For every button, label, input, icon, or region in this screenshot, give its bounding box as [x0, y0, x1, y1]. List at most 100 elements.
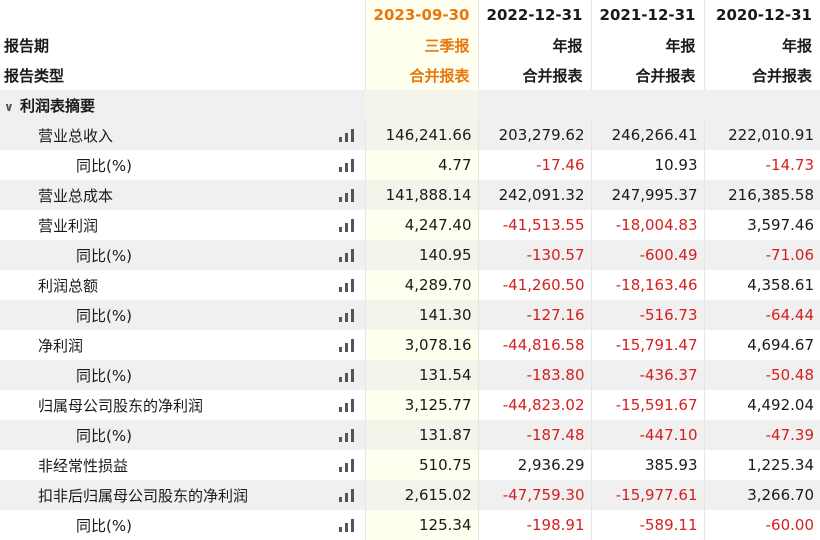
value-cell: -15,977.61 [590, 480, 704, 510]
row-label-text: 同比(%) [76, 516, 132, 535]
bar-chart-icon[interactable] [338, 459, 355, 472]
value-cell: 4,289.70 [364, 270, 478, 300]
bar-chart-icon[interactable] [338, 489, 355, 502]
value-cell: -50.48 [703, 360, 820, 390]
value-cell: -71.06 [703, 240, 820, 270]
column-date[interactable]: 2020-12-31 [703, 0, 820, 30]
value-cell: -47.39 [703, 420, 820, 450]
table-row[interactable]: 非经常性损益 510.75 2,936.29 385.93 1,225.34 [0, 450, 820, 480]
row-label-text: 利润总额 [38, 276, 99, 295]
row-label: 营业总成本 [0, 180, 365, 210]
bar-chart-icon[interactable] [338, 309, 355, 322]
bar-chart-icon[interactable] [338, 519, 355, 532]
table-row[interactable]: 营业总成本 141,888.14 242,091.32 247,995.37 216,3… [0, 180, 820, 210]
bar-chart-icon[interactable] [338, 219, 355, 232]
value-cell: 247,995.37 [590, 180, 704, 210]
value-cell: -44,823.02 [477, 390, 591, 420]
value-cell: 131.54 [364, 360, 478, 390]
row-label: 同比(%) [0, 150, 365, 180]
bar-chart-icon[interactable] [338, 159, 355, 172]
value-cell: 4,358.61 [703, 270, 820, 300]
table-row[interactable]: 净利润 3,078.16 -44,816.58 -15,791.47 4,694.67 [0, 330, 820, 360]
row-label: 营业总收入 [0, 120, 365, 150]
row-label: 营业利润 [0, 210, 365, 240]
value-cell: 140.95 [364, 240, 478, 270]
value-cell: 203,279.62 [477, 120, 591, 150]
bar-chart-icon[interactable] [338, 249, 355, 262]
value-cell: -41,260.50 [477, 270, 591, 300]
bar-chart-icon[interactable] [338, 189, 355, 202]
section-header-row[interactable]: ∨ 利润表摘要 [0, 90, 820, 120]
bar-chart-icon[interactable] [338, 339, 355, 352]
value-cell: 385.93 [590, 450, 704, 480]
column-type: 合并报表 [590, 60, 704, 90]
row-label: 归属母公司股东的净利润 [0, 390, 365, 420]
value-cell: 4.77 [364, 150, 478, 180]
table-row[interactable]: 同比(%) 131.87 -187.48 -447.10 -47.39 [0, 420, 820, 450]
bar-chart-icon[interactable] [338, 429, 355, 442]
period-label: 报告期 [4, 36, 50, 55]
type-label: 报告类型 [4, 66, 65, 85]
row-label-text: 同比(%) [76, 246, 132, 265]
value-cell: -130.57 [477, 240, 591, 270]
value-cell: 3,125.77 [364, 390, 478, 420]
table-row[interactable]: 同比(%) 4.77 -17.46 10.93 -14.73 [0, 150, 820, 180]
section-toggle[interactable]: ∨ 利润表摘要 [0, 90, 365, 120]
table-row[interactable]: 归属母公司股东的净利润 3,125.77 -44,823.02 -15,591.67 4… [0, 390, 820, 420]
table-row[interactable]: 扣非后归属母公司股东的净利润 2,615.02 -47,759.30 -15,977.… [0, 480, 820, 510]
row-label: 同比(%) [0, 300, 365, 330]
table-row[interactable]: 同比(%) 131.54 -183.80 -436.37 -50.48 [0, 360, 820, 390]
column-period: 三季报 [364, 30, 478, 60]
income-summary-table: 2023-09-30 2022-12-31 2021-12-31 2020-12… [0, 0, 820, 540]
row-label: 同比(%) [0, 360, 365, 390]
table-row[interactable]: 利润总额 4,289.70 -41,260.50 -18,163.46 4,358.61 [0, 270, 820, 300]
empty-cell [704, 90, 820, 120]
row-label-text: 同比(%) [76, 366, 132, 385]
value-cell: -41,513.55 [477, 210, 591, 240]
value-cell: 131.87 [364, 420, 478, 450]
row-label: 净利润 [0, 330, 365, 360]
bar-chart-icon[interactable] [338, 129, 355, 142]
column-period: 年报 [477, 30, 591, 60]
row-label-text: 营业总收入 [38, 126, 114, 145]
value-cell: 242,091.32 [477, 180, 591, 210]
column-date[interactable]: 2022-12-31 [477, 0, 591, 30]
column-date[interactable]: 2023-09-30 [364, 0, 478, 30]
row-label-text: 营业总成本 [38, 186, 114, 205]
value-cell: -187.48 [477, 420, 591, 450]
value-cell: 141,888.14 [364, 180, 478, 210]
value-cell: 3,266.70 [703, 480, 820, 510]
chevron-down-icon[interactable]: ∨ [4, 100, 16, 114]
bar-chart-icon[interactable] [338, 399, 355, 412]
section-title: 利润表摘要 [20, 96, 96, 115]
header-blank [0, 0, 365, 30]
value-cell: 4,247.40 [364, 210, 478, 240]
column-type: 合并报表 [477, 60, 591, 90]
value-cell: 3,597.46 [703, 210, 820, 240]
value-cell: -44,816.58 [477, 330, 591, 360]
value-cell: 510.75 [364, 450, 478, 480]
table-row[interactable]: 同比(%) 141.30 -127.16 -516.73 -64.44 [0, 300, 820, 330]
value-cell: -600.49 [590, 240, 704, 270]
empty-cell [591, 90, 704, 120]
table-row[interactable]: 营业利润 4,247.40 -41,513.55 -18,004.83 3,597.46 [0, 210, 820, 240]
value-cell: -183.80 [477, 360, 591, 390]
bar-chart-icon[interactable] [338, 369, 355, 382]
bar-chart-icon[interactable] [338, 279, 355, 292]
value-cell: -447.10 [590, 420, 704, 450]
value-cell: 146,241.66 [364, 120, 478, 150]
table-row[interactable]: 同比(%) 140.95 -130.57 -600.49 -71.06 [0, 240, 820, 270]
row-label-text: 归属母公司股东的净利润 [38, 396, 204, 415]
value-cell: 2,936.29 [477, 450, 591, 480]
value-cell: 4,694.67 [703, 330, 820, 360]
row-label-text: 非经常性损益 [38, 456, 129, 475]
value-cell: -15,591.67 [590, 390, 704, 420]
row-label-text: 营业利润 [38, 216, 99, 235]
value-cell: -18,163.46 [590, 270, 704, 300]
column-date[interactable]: 2021-12-31 [590, 0, 704, 30]
value-cell: -64.44 [703, 300, 820, 330]
value-cell: 1,225.34 [703, 450, 820, 480]
table-row[interactable]: 营业总收入 146,241.66 203,279.62 246,266.41 222,0… [0, 120, 820, 150]
value-cell: 2,615.02 [364, 480, 478, 510]
row-label: 扣非后归属母公司股东的净利润 [0, 480, 365, 510]
